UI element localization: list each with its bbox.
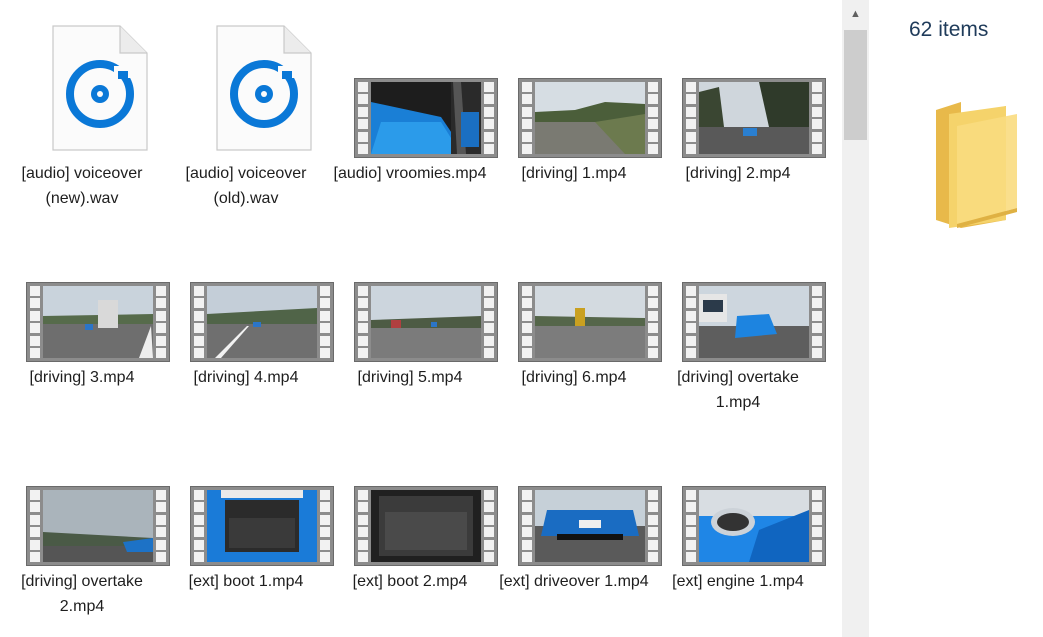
file-name: [ext] boot 1.mp4: [188, 573, 304, 590]
video-file-icon: [27, 283, 169, 361]
file-name: [driving] overtake 2.mp4: [21, 573, 143, 615]
file-name: [driving] 6.mp4: [521, 369, 627, 386]
folder-icon: [936, 102, 1017, 228]
scroll-thumb[interactable]: [844, 30, 867, 140]
video-thumbnail: [699, 286, 809, 358]
audio-file-icon: [52, 25, 148, 151]
video-file-icon: [519, 79, 661, 157]
file-name: [ext] engine 1.mp4: [672, 573, 804, 590]
file-name: [audio] vroomies.mp4: [333, 165, 487, 182]
file-item[interactable]: [driving] 2.mp4: [656, 0, 825, 186]
video-file-icon: [683, 79, 825, 157]
video-thumbnail: [43, 286, 153, 358]
file-grid: [audio] voiceover (new).wav [audio] voic…: [0, 0, 842, 637]
file-name: [driving] 1.mp4: [521, 165, 627, 182]
file-item[interactable]: [audio] voiceover (new).wav: [0, 0, 164, 211]
file-name: [ext] boot 2.mp4: [352, 573, 468, 590]
item-count: 62 items: [909, 18, 989, 41]
video-thumbnail: [535, 82, 645, 154]
video-thumbnail: [371, 286, 481, 358]
file-name: [driving] 3.mp4: [29, 369, 135, 386]
file-name: [driving] 4.mp4: [193, 369, 299, 386]
video-file-icon: [683, 487, 825, 565]
file-name: [driving] 2.mp4: [685, 165, 791, 182]
file-item[interactable]: [driving] overtake 1.mp4: [656, 204, 825, 415]
video-thumbnail: [371, 490, 481, 562]
file-item[interactable]: [driving] 1.mp4: [492, 0, 661, 186]
file-item[interactable]: [ext] driveover 1.mp4: [492, 408, 661, 594]
video-thumbnail: [535, 490, 645, 562]
video-thumbnail: [207, 490, 317, 562]
file-item[interactable]: [audio] voiceover (old).wav: [164, 0, 328, 211]
file-name: [driving] 5.mp4: [357, 369, 463, 386]
file-item[interactable]: [ext] boot 2.mp4: [328, 408, 497, 594]
file-item[interactable]: [ext] boot 1.mp4: [164, 408, 333, 594]
video-thumbnail: [43, 490, 153, 562]
video-file-icon: [355, 487, 497, 565]
video-file-icon: [355, 283, 497, 361]
video-thumbnail: [699, 82, 809, 154]
file-item[interactable]: [driving] 6.mp4: [492, 204, 661, 390]
video-file-icon: [519, 487, 661, 565]
video-thumbnail: [535, 286, 645, 358]
chevron-up-icon: ▲: [850, 8, 861, 20]
video-thumbnail: [207, 286, 317, 358]
audio-file-icon: [216, 25, 312, 151]
file-item[interactable]: [ext] engine 1.mp4: [656, 408, 825, 594]
file-item[interactable]: [driving] 3.mp4: [0, 204, 169, 390]
video-file-icon: [519, 283, 661, 361]
file-item[interactable]: [driving] overtake 2.mp4: [0, 408, 169, 619]
scroll-up-button[interactable]: ▲: [842, 0, 869, 28]
file-item[interactable]: [driving] 5.mp4: [328, 204, 497, 390]
video-file-icon: [355, 79, 497, 157]
file-item[interactable]: [audio] vroomies.mp4: [328, 0, 497, 186]
video-thumbnail: [371, 82, 481, 154]
details-pane: 62 items: [869, 0, 1043, 637]
video-file-icon: [683, 283, 825, 361]
file-item[interactable]: [driving] 4.mp4: [164, 204, 333, 390]
vertical-scrollbar[interactable]: ▲: [842, 0, 869, 637]
video-file-icon: [27, 487, 169, 565]
video-thumbnail: [699, 490, 809, 562]
file-name: [ext] driveover 1.mp4: [499, 573, 649, 590]
video-file-icon: [191, 487, 333, 565]
video-file-icon: [191, 283, 333, 361]
